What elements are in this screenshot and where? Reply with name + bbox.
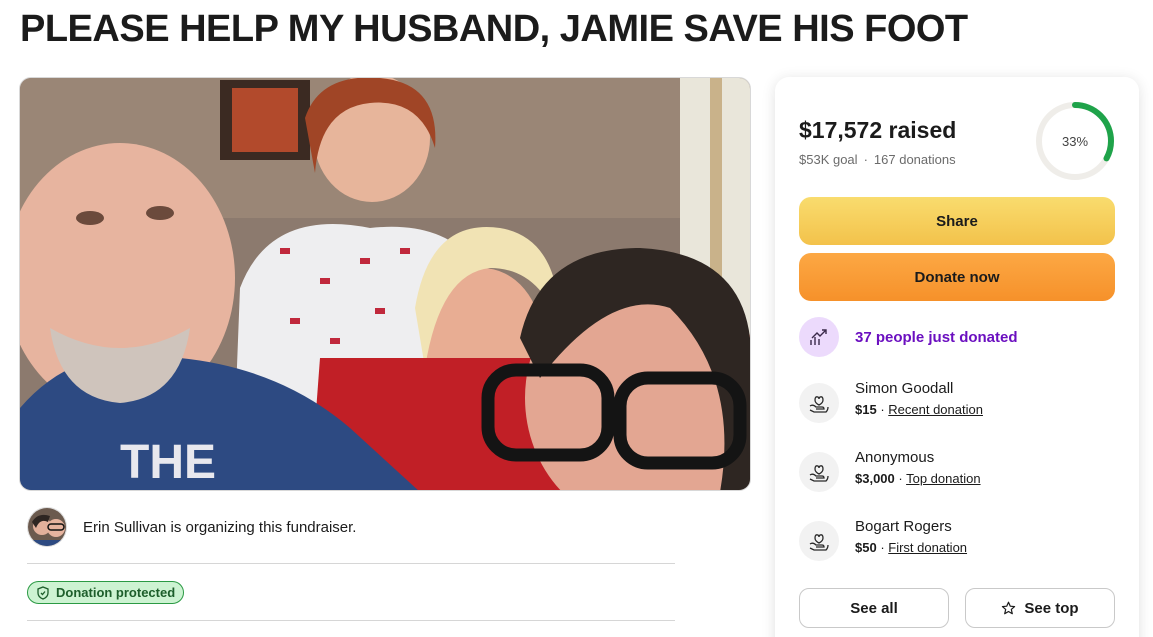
separator: · bbox=[863, 152, 868, 167]
divider bbox=[27, 620, 675, 621]
separator: · bbox=[876, 540, 889, 555]
fundraiser-photo[interactable]: THE bbox=[19, 77, 751, 491]
see-all-button[interactable]: See all bbox=[799, 588, 949, 628]
heart-hand-icon bbox=[799, 452, 839, 492]
donation-protected-label: Donation protected bbox=[56, 585, 176, 600]
shield-icon bbox=[37, 585, 49, 600]
see-top-button[interactable]: See top bbox=[965, 588, 1115, 628]
donor-row: Simon Goodall $15 · Recent donation bbox=[799, 380, 983, 423]
donor-name: Bogart Rogers bbox=[855, 518, 952, 535]
page-title: PLEASE HELP MY HUSBAND, JAMIE SAVE HIS F… bbox=[20, 8, 968, 50]
donor-name: Anonymous bbox=[855, 449, 935, 466]
donor-name: Simon Goodall bbox=[855, 380, 954, 397]
goal-summary: $53K goal · 167 donations bbox=[799, 152, 956, 167]
donation-count: 167 donations bbox=[873, 152, 956, 167]
divider bbox=[27, 563, 675, 564]
donor-row: Anonymous $3,000 · Top donation bbox=[799, 449, 981, 492]
donor-info: Anonymous $3,000 · Top donation bbox=[855, 449, 981, 486]
separator: · bbox=[894, 471, 907, 486]
donor-info: Bogart Rogers $50 · First donation bbox=[855, 518, 967, 555]
progress-percent: 33% bbox=[1061, 133, 1089, 149]
see-top-label: See top bbox=[1024, 599, 1079, 617]
fundraiser-photo-image: THE bbox=[20, 78, 750, 490]
donor-amount: $15 bbox=[855, 402, 877, 417]
trending-up-icon bbox=[799, 317, 839, 357]
heart-hand-icon bbox=[799, 521, 839, 561]
organizer-text: Erin Sullivan is organizing this fundrai… bbox=[83, 518, 357, 536]
amount-raised: $17,572 raised bbox=[799, 117, 957, 143]
trend-text: 37 people just donated bbox=[855, 328, 1018, 346]
svg-text:THE: THE bbox=[120, 436, 216, 489]
donor-row: Bogart Rogers $50 · First donation bbox=[799, 518, 967, 561]
donate-now-button[interactable]: Donate now bbox=[799, 253, 1115, 301]
star-icon bbox=[1002, 601, 1016, 614]
donor-meta: $15 · Recent donation bbox=[855, 402, 983, 417]
avatar-image bbox=[28, 508, 66, 546]
organizer-row: Erin Sullivan is organizing this fundrai… bbox=[27, 507, 356, 547]
goal-amount: $53K goal bbox=[799, 152, 858, 167]
donation-protected-badge[interactable]: Donation protected bbox=[27, 581, 185, 604]
donor-amount: $50 bbox=[855, 540, 877, 555]
donor-meta: $50 · First donation bbox=[855, 540, 967, 555]
donor-tag-link[interactable]: Recent donation bbox=[888, 402, 983, 417]
donor-tag-link[interactable]: First donation bbox=[888, 540, 967, 555]
heart-hand-icon bbox=[799, 383, 839, 423]
donation-card: $17,572 raised $53K goal · 167 donations 3… bbox=[775, 77, 1139, 637]
donor-meta: $3,000 · Top donation bbox=[855, 471, 981, 486]
donor-info: Simon Goodall $15 · Recent donation bbox=[855, 380, 983, 417]
donor-amount: $3,000 bbox=[855, 471, 895, 486]
donor-tag-link[interactable]: Top donation bbox=[906, 471, 980, 486]
share-button[interactable]: Share bbox=[799, 197, 1115, 245]
organizer-avatar[interactable] bbox=[27, 507, 67, 547]
recent-donations-trend: 37 people just donated bbox=[799, 317, 1018, 357]
separator: · bbox=[876, 402, 889, 417]
